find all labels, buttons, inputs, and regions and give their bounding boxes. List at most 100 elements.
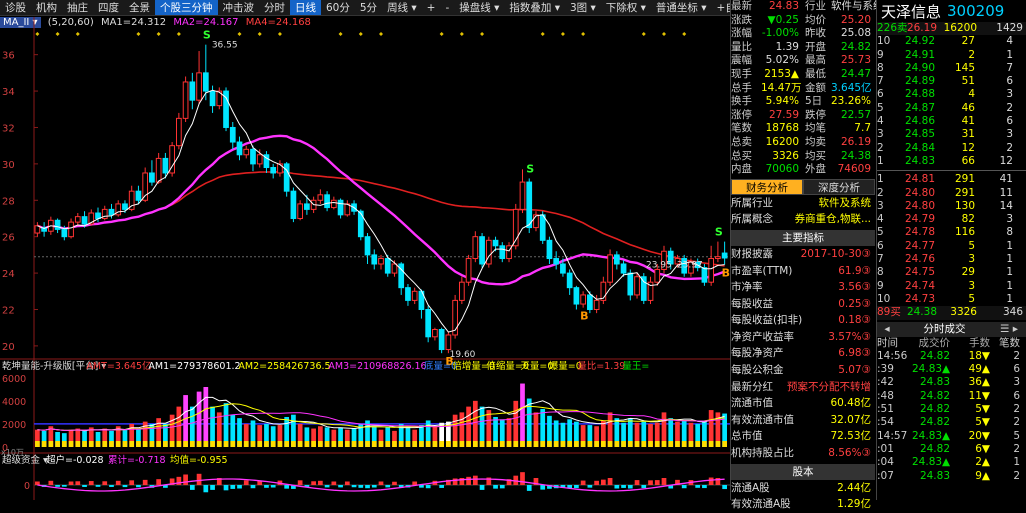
finance-row[interactable]: 每股公积金 5.07③ bbox=[731, 362, 875, 379]
toolbar-item-4[interactable]: 全景 bbox=[124, 0, 155, 15]
sell-level[interactable]: 8 24.90 145 7 bbox=[877, 62, 1026, 75]
quote-value2: 22.57 bbox=[840, 108, 871, 121]
buy-signal: B bbox=[580, 310, 588, 323]
concept-value[interactable]: 券商重仓,物联... bbox=[795, 211, 871, 228]
zoom-1[interactable]: - bbox=[440, 2, 454, 14]
toolbar-mid-1[interactable]: 分时 bbox=[259, 0, 290, 15]
buy-level[interactable]: 8 24.75 29 1 bbox=[877, 266, 1026, 279]
volume-base bbox=[95, 441, 101, 447]
ind-bar bbox=[68, 481, 74, 485]
volume-base bbox=[318, 441, 323, 447]
buy-level[interactable]: 3 24.80 130 14 bbox=[877, 200, 1026, 213]
buy-level[interactable]: 9 24.74 3 1 bbox=[877, 280, 1026, 293]
buy-level[interactable]: 4 24.79 82 3 bbox=[877, 213, 1026, 226]
buy-level[interactable]: 1 24.81 291 41 bbox=[877, 173, 1026, 186]
finance-row[interactable]: 市盈率(TTM) 61.9③ bbox=[731, 263, 875, 280]
zoom-0[interactable]: + bbox=[422, 2, 441, 14]
top-marker bbox=[75, 32, 80, 36]
volume-base bbox=[385, 441, 391, 447]
finance-row[interactable]: 净资产收益率 3.57%③ bbox=[731, 329, 875, 346]
volume-base bbox=[668, 441, 674, 447]
tab-depth[interactable]: 深度分析 bbox=[803, 178, 875, 195]
buy-level[interactable]: 10 24.73 5 1 bbox=[877, 293, 1026, 306]
candle-body bbox=[519, 181, 526, 210]
stock-header: 天泽信息 300209 bbox=[877, 0, 1026, 22]
sell-level[interactable]: 1 24.83 66 12 bbox=[877, 155, 1026, 168]
volume-base bbox=[156, 441, 162, 447]
buy-level[interactable]: 2 24.80 291 11 bbox=[877, 187, 1026, 200]
candle-body bbox=[573, 287, 580, 305]
sell-level[interactable]: 5 24.87 46 2 bbox=[877, 102, 1026, 115]
level-qty: 82 bbox=[961, 213, 975, 226]
industry-value[interactable]: 软件及系统 bbox=[819, 195, 872, 212]
toolbar-menu-0[interactable]: 操盘线 ▾ bbox=[454, 0, 504, 15]
volume-base bbox=[291, 441, 296, 447]
volume-base bbox=[587, 441, 593, 447]
volume-base bbox=[580, 441, 586, 447]
toolbar-menu-3[interactable]: 下除权 ▾ bbox=[601, 0, 651, 15]
level-count: 41 bbox=[999, 173, 1013, 186]
sell-level[interactable]: 4 24.86 41 6 bbox=[877, 115, 1026, 128]
ind-bar bbox=[203, 485, 209, 493]
finance-key: 市盈率(TTM) bbox=[731, 264, 793, 277]
sell-summary: 226卖 26.19 16200 1429 bbox=[877, 22, 1026, 36]
period-0[interactable]: 60分 bbox=[321, 0, 355, 15]
volume-base bbox=[547, 441, 552, 447]
toolbar-item-2[interactable]: 抽庄 bbox=[62, 0, 93, 15]
ticks-prev-icon[interactable]: ◂ bbox=[877, 322, 897, 337]
tick-row: :48 24.82 11▼ 6 bbox=[877, 390, 1026, 403]
sell-level[interactable]: 3 24.85 31 3 bbox=[877, 128, 1026, 141]
sell-level[interactable]: 10 24.92 27 4 bbox=[877, 35, 1026, 48]
finance-row[interactable]: 每股净资产 6.98③ bbox=[731, 345, 875, 362]
toolbar-menu-4[interactable]: 普通坐标 ▾ bbox=[651, 0, 712, 15]
sell-level[interactable]: 2 24.84 12 2 bbox=[877, 142, 1026, 155]
finance-row[interactable]: 总市值 72.53亿 bbox=[731, 428, 875, 445]
industry-label: 所属行业 bbox=[731, 196, 773, 209]
buy-level[interactable]: 6 24.77 5 1 bbox=[877, 240, 1026, 253]
volume-base bbox=[641, 441, 647, 447]
tick-qty: 5▼ bbox=[975, 416, 990, 429]
toolbar-item-1[interactable]: 机构 bbox=[31, 0, 62, 15]
ind-bar bbox=[35, 481, 40, 485]
tab-finance[interactable]: 财务分析 bbox=[731, 178, 803, 195]
quote-key2: 均笔 bbox=[805, 122, 826, 135]
finance-value: 3.57%③ bbox=[828, 330, 871, 343]
vol-am2: AM2=258426736.5 bbox=[238, 361, 330, 372]
tick-price: 24.83 bbox=[919, 469, 950, 482]
toolbar-item-0[interactable]: 诊股 bbox=[0, 0, 31, 15]
period-daily[interactable]: 日线 bbox=[290, 0, 321, 15]
volume-base bbox=[203, 441, 209, 447]
finance-value: 0.25③ bbox=[838, 297, 871, 310]
toolbar-menu-1[interactable]: 指数叠加 ▾ bbox=[504, 0, 565, 15]
toolbar-mid-0[interactable]: 冲击波 bbox=[218, 0, 260, 15]
sell-level[interactable]: 7 24.89 51 6 bbox=[877, 75, 1026, 88]
sell-level[interactable]: 6 24.88 4 3 bbox=[877, 88, 1026, 101]
volume-base bbox=[216, 441, 222, 447]
ma60-line bbox=[37, 170, 725, 267]
volume-base bbox=[688, 441, 694, 447]
finance-row[interactable]: 财报披露 2017-10-30③ bbox=[731, 246, 875, 263]
volume-base bbox=[594, 441, 599, 447]
sell-level[interactable]: 9 24.91 2 1 bbox=[877, 49, 1026, 62]
tab-three-minute[interactable]: 个股三分钟 bbox=[155, 0, 218, 15]
ind-bar bbox=[338, 485, 343, 488]
ticks-menu-icon[interactable]: ☰ ▸ bbox=[992, 322, 1026, 337]
finance-row[interactable]: 市净率 3.56③ bbox=[731, 279, 875, 296]
finance-value: 8.56%③ bbox=[828, 447, 871, 460]
period-2[interactable]: 周线 ▾ bbox=[382, 0, 422, 15]
volume-base bbox=[412, 441, 418, 447]
kline-chart[interactable]: 36343230282624222036.5519.6023.95 23.97SS… bbox=[0, 17, 730, 500]
candle-body bbox=[229, 126, 236, 143]
toolbar-menu-5[interactable]: +自选 ▾ bbox=[712, 0, 730, 15]
buy-level[interactable]: 5 24.78 116 8 bbox=[877, 226, 1026, 239]
buy-level[interactable]: 7 24.76 3 1 bbox=[877, 253, 1026, 266]
period-1[interactable]: 5分 bbox=[355, 0, 382, 15]
toolbar-item-3[interactable]: 四度 bbox=[93, 0, 124, 15]
finance-row[interactable]: 有效流通市值 32.07亿 bbox=[731, 412, 875, 429]
finance-row[interactable]: 每股收益(扣非) 0.18③ bbox=[731, 312, 875, 329]
finance-row[interactable]: 最新分红 预案不分配不转增 bbox=[731, 379, 875, 396]
finance-row[interactable]: 机构持股占比 8.56%③ bbox=[731, 445, 875, 462]
finance-row[interactable]: 流通市值 60.48亿 bbox=[731, 395, 875, 412]
toolbar-menu-2[interactable]: 3图 ▾ bbox=[565, 0, 601, 15]
finance-row[interactable]: 每股收益 0.25③ bbox=[731, 296, 875, 313]
